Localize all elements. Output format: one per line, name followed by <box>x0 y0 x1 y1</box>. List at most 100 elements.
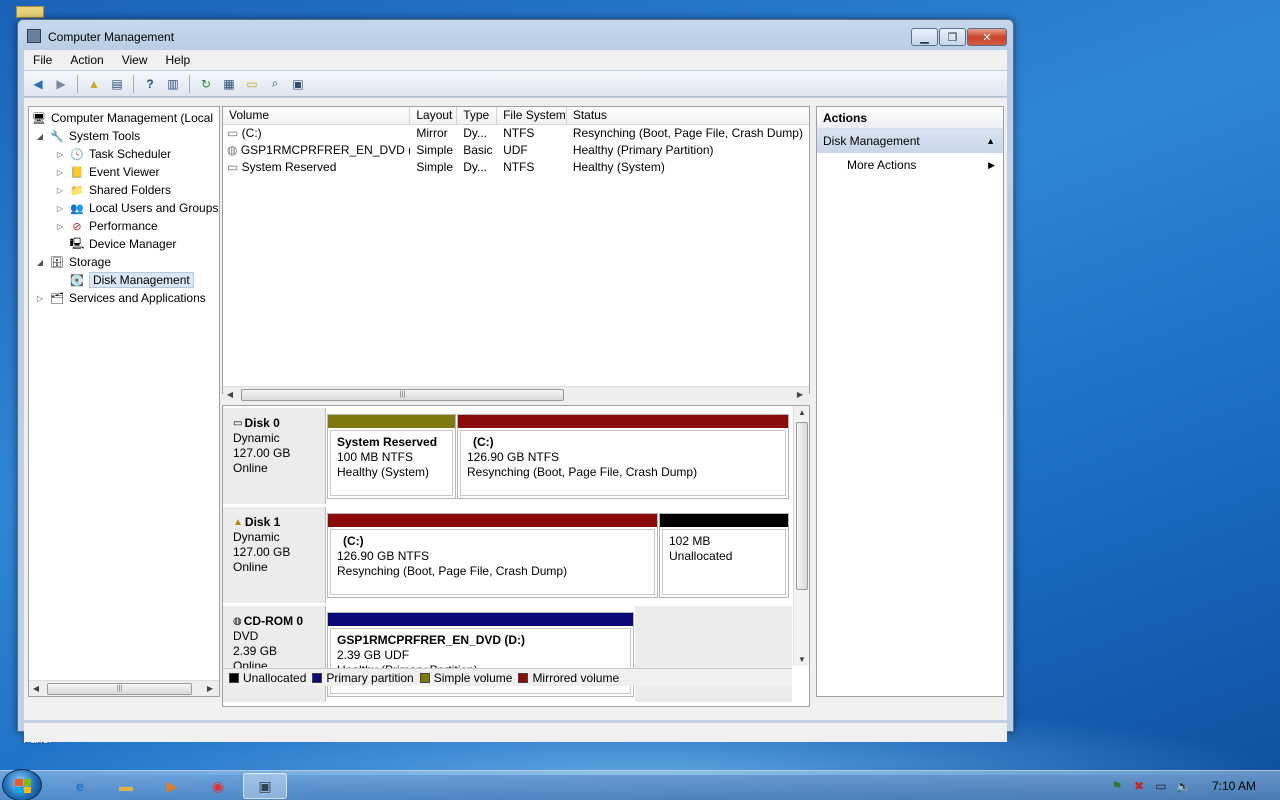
more-actions-label: More Actions <box>847 158 917 172</box>
disk-info[interactable]: ▲ Disk 1 Dynamic 127.00 GB Online <box>223 507 326 603</box>
tree-item-storage[interactable]: ◢ 🗄 Storage <box>35 253 111 271</box>
disk-legend: Unallocated Primary partition Simple vol… <box>223 668 792 686</box>
collapse-triangle-icon[interactable]: ▲ <box>986 129 995 153</box>
actions-section-disk-management[interactable]: Disk Management ▲ <box>817 129 1003 153</box>
volume-row[interactable]: ▭ (C:) Mirror Dy... NTFS Resynching (Boo… <box>223 125 809 142</box>
settings-icon[interactable]: ▣ <box>288 74 308 94</box>
minimize-button[interactable]: ▁ <box>911 28 938 46</box>
disk-name: CD-ROM 0 <box>243 614 304 628</box>
tree-item-performance[interactable]: ▷ ⊘ Performance <box>55 217 158 235</box>
disk-row: ▭ Disk 0 Dynamic 127.00 GB Online System … <box>223 408 792 504</box>
partition-color-bar <box>660 514 788 527</box>
scroll-right-icon[interactable]: ▶ <box>793 390 807 399</box>
legend-item: Simple volume <box>419 671 512 685</box>
tree-item-shared-folders[interactable]: ▷ 📁 Shared Folders <box>55 181 171 199</box>
display-icon[interactable]: ▭ <box>1150 779 1172 793</box>
volume-icon[interactable]: 🔈 <box>1172 779 1194 793</box>
scroll-left-icon[interactable]: ◀ <box>29 684 43 693</box>
menu-action[interactable]: Action <box>61 53 112 67</box>
open-folder-icon[interactable]: ▭ <box>242 74 262 94</box>
expand-arrow-icon[interactable]: ▷ <box>55 204 65 213</box>
windows-logo-icon <box>15 779 31 793</box>
desktop-folder-icon[interactable] <box>16 6 44 18</box>
menu-file[interactable]: File <box>24 53 61 67</box>
more-actions-item[interactable]: More Actions ▶ <box>817 153 1003 177</box>
tree-item-event-viewer[interactable]: ▷ 📒 Event Viewer <box>55 163 160 181</box>
volume-list: Volume Layout Type File System Status ▭ … <box>222 106 810 402</box>
internet-explorer-taskbar-button[interactable]: e <box>58 773 102 799</box>
collapse-arrow-icon[interactable]: ◢ <box>35 258 45 267</box>
close-button[interactable]: ✕ <box>967 28 1007 46</box>
tree-item-disk-management[interactable]: 💽 Disk Management <box>69 271 194 289</box>
partition-title: (C:) <box>473 435 494 449</box>
expand-arrow-icon[interactable]: ▷ <box>55 150 65 159</box>
maximize-button[interactable]: ❐ <box>939 28 966 46</box>
action-center-flag-icon[interactable]: ⚑ <box>1106 779 1128 793</box>
disk-row: ▲ Disk 1 Dynamic 127.00 GB Online (C:) 12… <box>223 507 792 603</box>
tree-label: Local Users and Groups <box>89 201 219 215</box>
scroll-thumb[interactable]: ||| <box>241 389 564 401</box>
chrome-taskbar-button[interactable]: ◉ <box>196 773 240 799</box>
network-disconnected-icon[interactable]: ✖ <box>1128 779 1150 793</box>
disk-info[interactable]: ◍ CD-ROM 0 DVD 2.39 GB Online <box>223 606 326 702</box>
help-icon[interactable]: ? <box>140 74 160 94</box>
volume-name: (C:) <box>241 126 262 140</box>
disk-info[interactable]: ▭ Disk 0 Dynamic 127.00 GB Online <box>223 408 326 504</box>
collapse-arrow-icon[interactable]: ◢ <box>35 132 45 141</box>
tree-horizontal-scrollbar[interactable]: ◀ ||| ▶ <box>29 680 219 696</box>
column-header-volume[interactable]: Volume <box>223 107 411 125</box>
column-header-layout[interactable]: Layout <box>410 107 458 125</box>
rescan-disks-icon[interactable]: ⌕ <box>265 74 285 94</box>
status-cell: Resynching (Boot, Page File, Crash Dump) <box>572 126 803 140</box>
partition-unallocated[interactable]: 102 MB Unallocated <box>659 513 789 598</box>
forward-arrow-icon[interactable]: ▶ <box>51 74 71 94</box>
tree-item-task-scheduler[interactable]: ▷ 🕓 Task Scheduler <box>55 145 171 163</box>
properties-icon[interactable]: ▦ <box>219 74 239 94</box>
media-player-taskbar-button[interactable]: ▶ <box>150 773 194 799</box>
partition-c-drive[interactable]: (C:) 126.90 GB NTFS Resynching (Boot, Pa… <box>457 414 789 499</box>
scroll-right-icon[interactable]: ▶ <box>203 684 217 693</box>
menu-view[interactable]: View <box>113 53 157 67</box>
tree-item-root[interactable]: 🖥 Computer Management (Local <box>31 109 213 127</box>
scroll-up-icon[interactable]: ▲ <box>794 408 809 417</box>
clock[interactable]: 7:10 AM <box>1212 779 1256 793</box>
explorer-taskbar-button[interactable]: ▬ <box>104 773 148 799</box>
expand-arrow-icon[interactable]: ▷ <box>55 222 65 231</box>
legend-item: Unallocated <box>229 671 306 685</box>
tree-item-device-manager[interactable]: 🖳 Device Manager <box>69 235 177 253</box>
partition-size: 126.90 GB NTFS <box>467 450 560 464</box>
start-button[interactable] <box>2 769 42 800</box>
show-hide-action-pane-icon[interactable]: ▥ <box>163 74 183 94</box>
expand-arrow-icon[interactable]: ▷ <box>55 168 65 177</box>
show-hide-tree-icon[interactable]: ▤ <box>107 74 127 94</box>
menu-help[interactable]: Help <box>157 53 200 67</box>
cd-rom-icon: ◍ <box>233 616 242 627</box>
tree-item-local-users[interactable]: ▷ 👥 Local Users and Groups <box>55 199 218 217</box>
tools-icon: 🔧 <box>50 130 64 143</box>
scroll-thumb[interactable]: ||| <box>47 683 192 695</box>
partition-c-drive[interactable]: (C:) 126.90 GB NTFS Resynching (Boot, Pa… <box>327 513 658 598</box>
scroll-left-icon[interactable]: ◀ <box>223 390 237 399</box>
volume-cell: ◍ GSP1RMCPRFRER_EN_DVD (D:) <box>223 142 410 159</box>
volume-list-horizontal-scrollbar[interactable]: ◀ ||| ▶ <box>223 386 809 402</box>
status-cell: Healthy (Primary Partition) <box>572 143 714 157</box>
scroll-down-icon[interactable]: ▼ <box>794 655 809 664</box>
partition-system-reserved[interactable]: System Reserved 100 MB NTFS Healthy (Sys… <box>327 414 456 499</box>
expand-arrow-icon[interactable]: ▷ <box>35 294 45 303</box>
tree-item-services[interactable]: ▷ 🗂 Services and Applications <box>35 289 206 307</box>
disk-view-vertical-scrollbar[interactable]: ▲ ▼ <box>793 406 809 666</box>
title-bar[interactable]: Computer Management ▁ ❐ ✕ <box>18 20 1013 50</box>
column-header-file-system[interactable]: File System <box>497 107 567 125</box>
column-header-type[interactable]: Type <box>457 107 498 125</box>
volume-row[interactable]: ▭ System Reserved Simple Dy... NTFS Heal… <box>223 159 809 176</box>
back-arrow-icon[interactable]: ◀ <box>28 74 48 94</box>
column-header-status[interactable]: Status <box>567 107 809 125</box>
scroll-thumb[interactable] <box>796 422 808 590</box>
up-folder-icon[interactable]: ▲ <box>84 74 104 94</box>
expand-arrow-icon[interactable]: ▷ <box>55 186 65 195</box>
tree-item-system-tools[interactable]: ◢ 🔧 System Tools <box>35 127 140 145</box>
refresh-icon[interactable]: ↻ <box>196 74 216 94</box>
volume-row[interactable]: ◍ GSP1RMCPRFRER_EN_DVD (D:) Simple Basic… <box>223 142 809 159</box>
tree-label: Storage <box>69 255 112 269</box>
computer-management-taskbar-button[interactable]: ▣ <box>243 773 287 799</box>
